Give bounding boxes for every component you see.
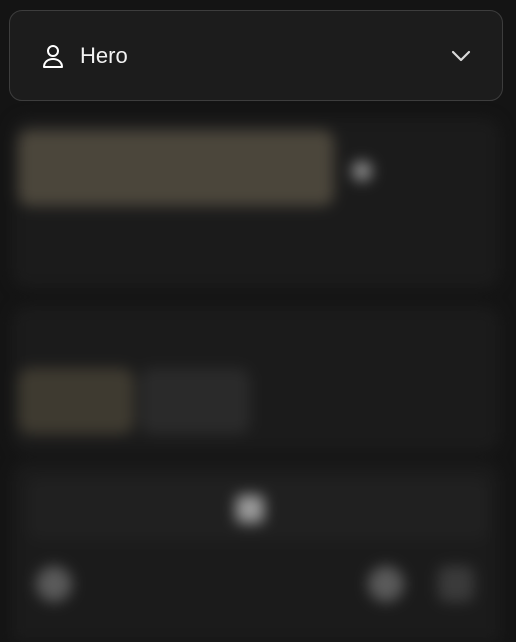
blurred-segment-3 — [258, 368, 374, 434]
blurred-tool-panel — [28, 478, 488, 540]
blurred-segment-2 — [140, 368, 250, 434]
blurred-control-box — [438, 566, 474, 602]
blurred-toggle-icon — [352, 161, 372, 181]
blurred-side-toggle — [352, 156, 382, 186]
blurred-control-right — [368, 566, 404, 602]
blurred-control-left — [36, 566, 72, 602]
hero-dropdown[interactable]: Hero — [9, 10, 503, 101]
wrench-icon — [236, 495, 264, 523]
user-icon — [40, 43, 66, 69]
blurred-segment-4 — [380, 368, 496, 434]
dropdown-title: Hero — [80, 42, 128, 68]
chevron-down-icon[interactable] — [450, 45, 472, 67]
blurred-primary-pill — [18, 130, 334, 206]
blurred-segment-1 — [18, 368, 134, 434]
